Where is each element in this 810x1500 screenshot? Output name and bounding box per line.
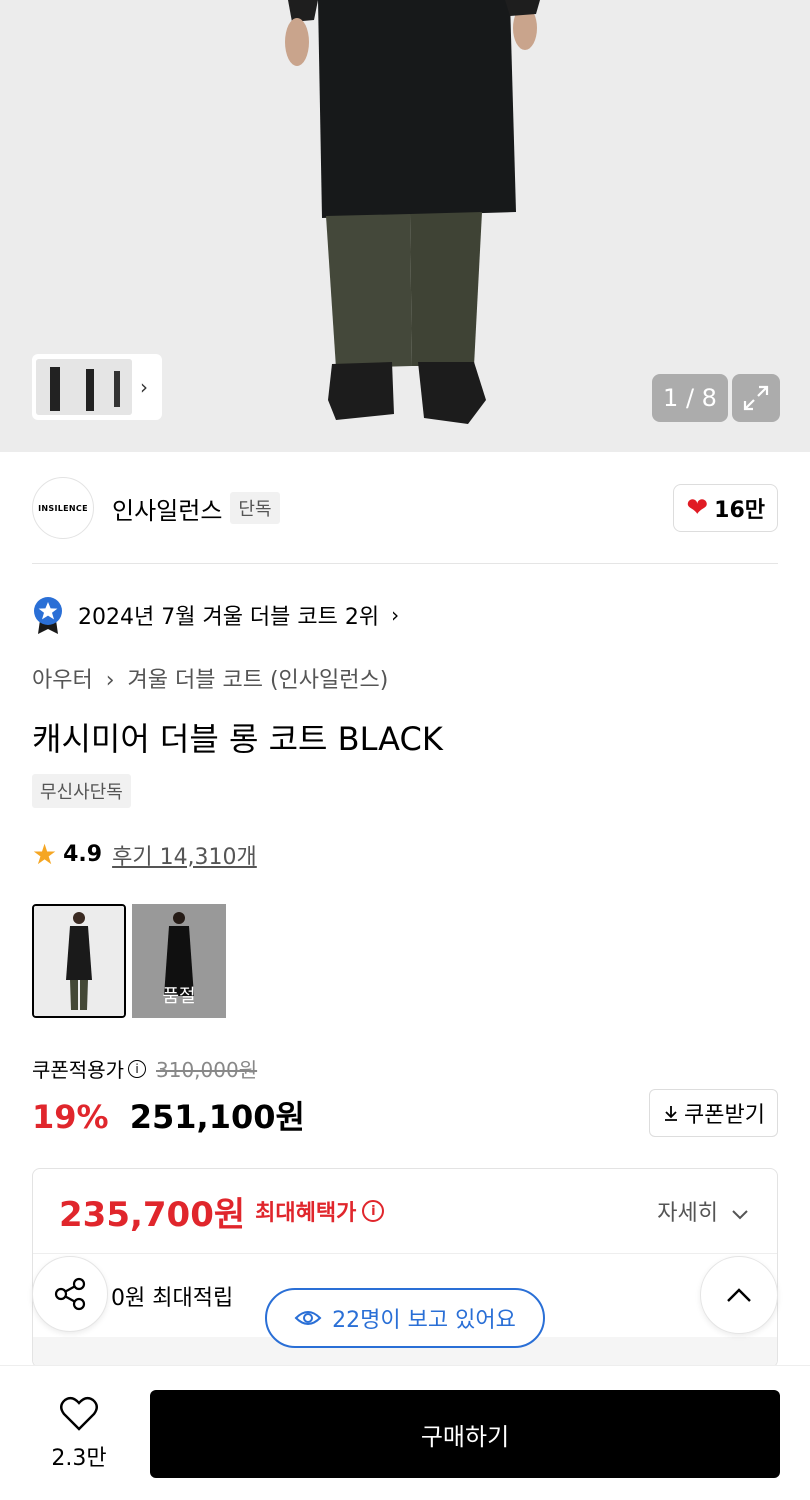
ranking-text: 2024년 7월 겨울 더블 코트 2위 <box>78 605 380 630</box>
chevron-right-icon: › <box>391 603 400 627</box>
chevron-down-icon <box>732 1210 748 1220</box>
brand-row: INSILENCE 인사일런스 단독 ❤ 16만 <box>32 476 778 540</box>
star-icon: ★ <box>32 838 58 871</box>
brand-like-button[interactable]: ❤ 16만 <box>673 484 778 532</box>
thumbnail-preview <box>36 359 132 415</box>
rating-score: 4.9 <box>63 842 103 867</box>
color-options: 품절 <box>32 904 226 1018</box>
coupon-price-text: 쿠폰적용가 <box>32 1058 124 1082</box>
chevron-up-icon <box>727 1288 751 1302</box>
max-benefit-text: 최대혜택가 <box>255 1201 357 1226</box>
breadcrumb-subcategory[interactable]: 겨울 더블 코트 (인사일런스) <box>128 668 389 693</box>
viewers-text: 22명이 보고 있어요 <box>332 1308 516 1333</box>
breadcrumb-separator: › <box>105 668 115 693</box>
wishlist-button[interactable]: 2.3만 <box>44 1396 114 1472</box>
expand-icon[interactable] <box>732 374 780 422</box>
max-benefit-label: 최대혜택가 i <box>255 1195 385 1227</box>
scroll-top-button[interactable] <box>700 1256 778 1334</box>
benefit-detail-toggle[interactable]: 자세히 <box>657 1195 749 1227</box>
thumbnail-strip[interactable]: › <box>32 354 162 420</box>
chevron-right-icon[interactable]: › <box>140 375 148 399</box>
brand-logo[interactable]: INSILENCE <box>32 477 94 539</box>
max-points: 0원 최대적립 <box>111 1285 234 1311</box>
buy-button[interactable]: 구매하기 <box>150 1390 780 1478</box>
benefit-detail-label: 자세히 <box>657 1201 718 1226</box>
color-option-sold-out[interactable]: 품절 <box>132 904 226 1018</box>
max-benefit-row: 235,700원 최대혜택가 i 자세히 <box>33 1169 777 1253</box>
download-icon <box>665 1106 678 1121</box>
product-image[interactable]: › 1 / 8 <box>0 0 810 452</box>
product-exclusive-tag: 무신사단독 <box>32 774 131 808</box>
get-coupon-label: 쿠폰받기 <box>684 1103 765 1128</box>
brand-exclusive-tag: 단독 <box>230 492 280 524</box>
color-option-black[interactable] <box>32 904 126 1018</box>
product-title: 캐시미어 더블 롱 코트 BLACK <box>32 720 443 758</box>
viewers-badge: 22명이 보고 있어요 <box>265 1288 545 1348</box>
eye-icon <box>294 1311 322 1325</box>
share-button[interactable] <box>32 1256 108 1332</box>
info-icon[interactable]: i <box>362 1200 385 1222</box>
original-price: 310,000원 <box>156 1058 258 1082</box>
discount-rate: 19% <box>32 1098 109 1136</box>
heart-outline-icon <box>60 1396 98 1431</box>
share-icon <box>54 1277 86 1311</box>
review-count-link[interactable]: 후기 14,310개 <box>112 839 257 871</box>
price-row: 19% 251,100원 <box>32 1092 305 1138</box>
image-counter: 1 / 8 <box>652 374 728 422</box>
heart-filled-icon: ❤ <box>686 493 709 523</box>
bottom-bar: 2.3만 구매하기 <box>0 1365 810 1500</box>
info-icon[interactable]: i <box>128 1059 146 1078</box>
brand-like-count: 16만 <box>714 498 765 523</box>
get-coupon-button[interactable]: 쿠폰받기 <box>649 1089 778 1137</box>
final-price: 251,100원 <box>129 1098 305 1136</box>
brand-name[interactable]: 인사일런스 <box>112 491 222 526</box>
sold-out-label: 품절 <box>132 904 226 1018</box>
wishlist-count: 2.3만 <box>51 1446 107 1471</box>
divider <box>32 563 778 564</box>
ranking-link[interactable]: 2024년 7월 겨울 더블 코트 2위 › <box>32 596 399 634</box>
max-benefit-price: 235,700원 <box>59 1194 246 1235</box>
option-thumbnail <box>34 906 124 1016</box>
breadcrumb-category[interactable]: 아우터 <box>32 668 93 693</box>
coupon-price-label: 쿠폰적용가 i 310,000원 <box>32 1054 257 1083</box>
medal-icon <box>34 597 62 634</box>
rating: ★ 4.9 후기 14,310개 <box>32 838 257 871</box>
breadcrumb: 아우터 › 겨울 더블 코트 (인사일런스) <box>32 662 388 694</box>
